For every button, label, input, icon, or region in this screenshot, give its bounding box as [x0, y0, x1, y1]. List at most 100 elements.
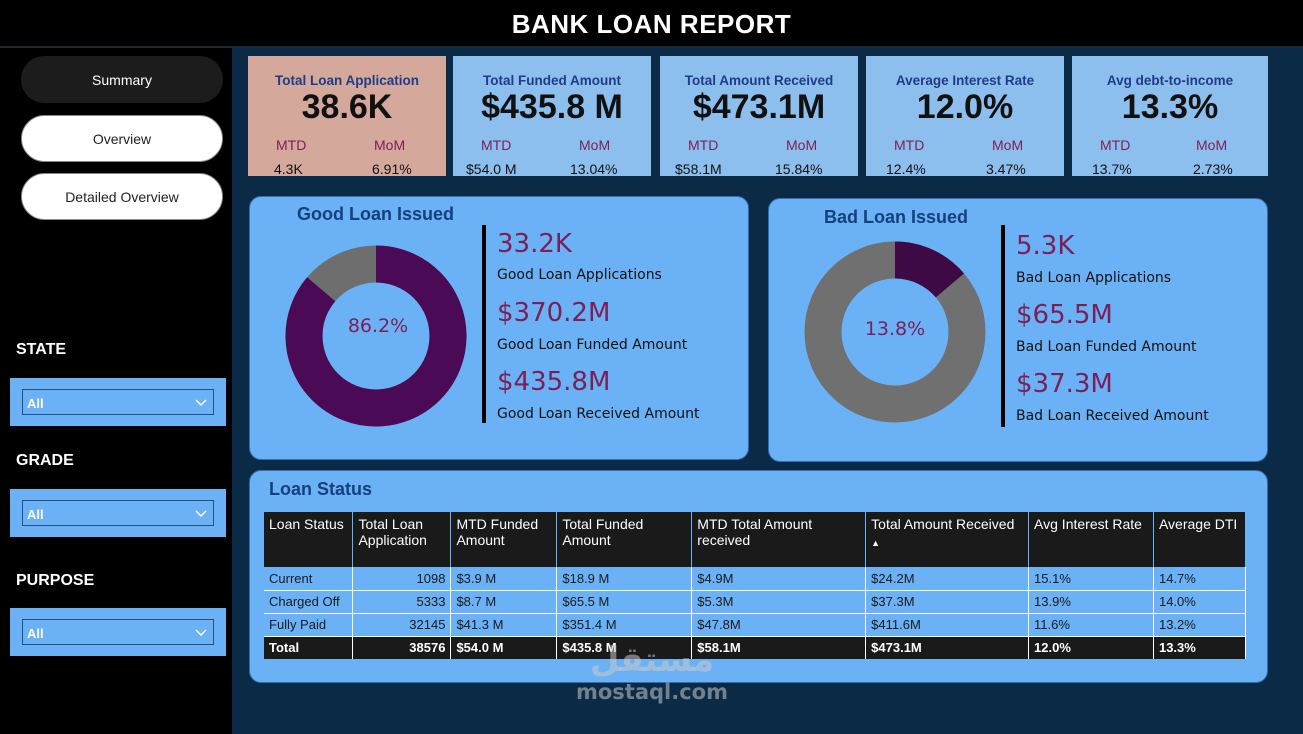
column-header[interactable]: Loan Status — [264, 512, 354, 567]
sidebar: Summary Overview Detailed Overview STATE… — [0, 48, 232, 734]
table-row[interactable]: Current 1098 $3.9 M $18.9 M $4.9M $24.2M… — [264, 567, 1247, 591]
column-header[interactable]: Avg Interest Rate — [1028, 512, 1154, 567]
kpi-mtd-value: 4.3K — [274, 161, 303, 177]
good-loan-percent: 86.2% — [347, 315, 409, 337]
column-header[interactable]: MTD Total Amount received — [691, 512, 867, 567]
table-cell: Current — [264, 567, 354, 591]
kpi-mtd-label: MTD — [688, 137, 719, 153]
table-cell: 15.1% — [1028, 567, 1154, 591]
table-cell: $3.9 M — [450, 567, 558, 591]
purpose-filter: All — [10, 608, 226, 656]
nav-overview-button[interactable]: Overview — [21, 115, 223, 162]
grade-filter-label: GRADE — [16, 452, 74, 469]
table-cell: $411.6M — [865, 613, 1030, 637]
bad-loan-applications-label: Bad Loan Applications — [1016, 270, 1172, 286]
kpi-mtd-value: $54.0 M — [466, 161, 517, 177]
table-row[interactable]: Charged Off 5333 $8.7 M $65.5 M $5.3M $3… — [264, 590, 1247, 614]
kpi-card-average-interest-rate: Average Interest Rate 12.0% MTD MoM 12.4… — [866, 56, 1064, 177]
loan-status-table: Loan Status Total Loan Application MTD F… — [264, 512, 1247, 659]
kpi-mtd-label: MTD — [1100, 137, 1131, 153]
kpi-title: Average Interest Rate — [895, 73, 1035, 88]
kpi-mom-label: MoM — [1196, 137, 1228, 153]
grade-dropdown-value: All — [27, 507, 44, 522]
table-cell: $24.2M — [865, 567, 1030, 591]
kpi-card-total-funded-amount: Total Funded Amount $435.8 M MTD MoM $54… — [453, 56, 651, 177]
column-header-sorted[interactable]: Total Amount Received ▲ — [865, 512, 1030, 567]
grade-dropdown[interactable]: All — [22, 500, 214, 526]
table-total-row: Total 38576 $54.0 M $435.8 M $58.1M $473… — [264, 636, 1247, 659]
table-cell: $351.4 M — [556, 613, 693, 637]
nav-detailed-overview-button[interactable]: Detailed Overview — [21, 173, 223, 220]
table-cell: $8.7 M — [450, 590, 558, 614]
table-cell: $473.1M — [865, 636, 1030, 659]
table-cell: $37.3M — [865, 590, 1030, 614]
purpose-dropdown-value: All — [27, 626, 44, 641]
divider — [482, 225, 486, 423]
kpi-mtd-value: 12.4% — [886, 161, 926, 177]
kpi-mom-label: MoM — [374, 137, 406, 153]
table-cell: $18.9 M — [556, 567, 693, 591]
kpi-value: 38.6K — [301, 88, 393, 126]
table-cell: 14.7% — [1153, 567, 1247, 591]
kpi-mom-label: MoM — [786, 137, 818, 153]
table-cell: Total — [264, 636, 354, 659]
purpose-dropdown[interactable]: All — [22, 619, 214, 645]
kpi-mom-label: MoM — [992, 137, 1024, 153]
table-cell: $58.1M — [691, 636, 867, 659]
good-loan-applications-label: Good Loan Applications — [497, 267, 662, 283]
good-loan-received-value: $435.8M — [497, 367, 611, 397]
state-filter: All — [10, 378, 226, 426]
column-header[interactable]: MTD Funded Amount — [450, 512, 558, 567]
kpi-value: 12.0% — [916, 88, 1014, 126]
kpi-card-total-amount-received: Total Amount Received $473.1M MTD MoM $5… — [660, 56, 858, 177]
nav-summary-button[interactable]: Summary — [21, 56, 223, 103]
kpi-mom-value: 15.84% — [775, 161, 823, 177]
table-cell: 38576 — [352, 636, 452, 659]
kpi-value: $435.8 M — [481, 88, 623, 126]
bad-loan-title: Bad Loan Issued — [824, 207, 969, 227]
grade-filter: All — [10, 489, 226, 537]
kpi-value: 13.3% — [1121, 88, 1219, 126]
table-cell: $41.3 M — [450, 613, 558, 637]
kpi-value: $473.1M — [692, 88, 826, 126]
kpi-mtd-value: $58.1M — [675, 161, 722, 177]
divider — [1001, 225, 1005, 427]
table-cell: $4.9M — [691, 567, 867, 591]
loan-status-title: Loan Status — [269, 479, 373, 499]
kpi-title: Total Amount Received — [684, 73, 834, 88]
table-cell: $54.0 M — [450, 636, 558, 659]
kpi-mom-value: 6.91% — [372, 161, 412, 177]
purpose-filter-label: PURPOSE — [16, 572, 95, 589]
good-loan-title: Good Loan Issued — [297, 204, 455, 224]
table-cell: 5333 — [352, 590, 452, 614]
column-header[interactable]: Total Funded Amount — [556, 512, 693, 567]
kpi-card-total-loan-application: Total Loan Application 38.6K MTD MoM 4.3… — [248, 56, 446, 177]
kpi-title: Total Funded Amount — [483, 73, 621, 88]
kpi-mtd-label: MTD — [481, 137, 512, 153]
table-row[interactable]: Fully Paid 32145 $41.3 M $351.4 M $47.8M… — [264, 613, 1247, 637]
bad-loan-applications-value: 5.3K — [1016, 231, 1075, 261]
table-cell: 13.3% — [1153, 636, 1247, 659]
header: BANK LOAN REPORT — [0, 0, 1303, 48]
kpi-title: Total Loan Application — [275, 73, 419, 88]
dashboard: BANK LOAN REPORT Summary Overview Detail… — [0, 0, 1303, 734]
kpi-mom-value: 13.04% — [570, 161, 618, 177]
table-cell: $5.3M — [691, 590, 867, 614]
table-cell: 12.0% — [1028, 636, 1154, 659]
page-title: BANK LOAN REPORT — [511, 9, 792, 39]
column-header[interactable]: Average DTI — [1153, 512, 1247, 567]
table-cell: $435.8 M — [556, 636, 693, 659]
column-header-label: Total Amount Received — [871, 516, 1015, 532]
kpi-mom-value: 3.47% — [986, 161, 1026, 177]
state-filter-label: STATE — [16, 341, 67, 358]
state-dropdown[interactable]: All — [22, 389, 214, 415]
good-loan-panel: Good Loan Issued 86.2% 33.2K Good Loan A… — [249, 196, 749, 460]
bad-loan-panel: Bad Loan Issued 13.8% 5.3K Bad Loan Appl… — [768, 198, 1268, 462]
table-cell: $47.8M — [691, 613, 867, 637]
kpi-mtd-label: MTD — [276, 137, 307, 153]
good-loan-applications-value: 33.2K — [497, 229, 572, 259]
kpi-mom-value: 2.73% — [1193, 161, 1233, 177]
column-header[interactable]: Total Loan Application — [352, 512, 452, 567]
good-loan-funded-label: Good Loan Funded Amount — [497, 337, 688, 353]
table-cell: 13.2% — [1153, 613, 1247, 637]
